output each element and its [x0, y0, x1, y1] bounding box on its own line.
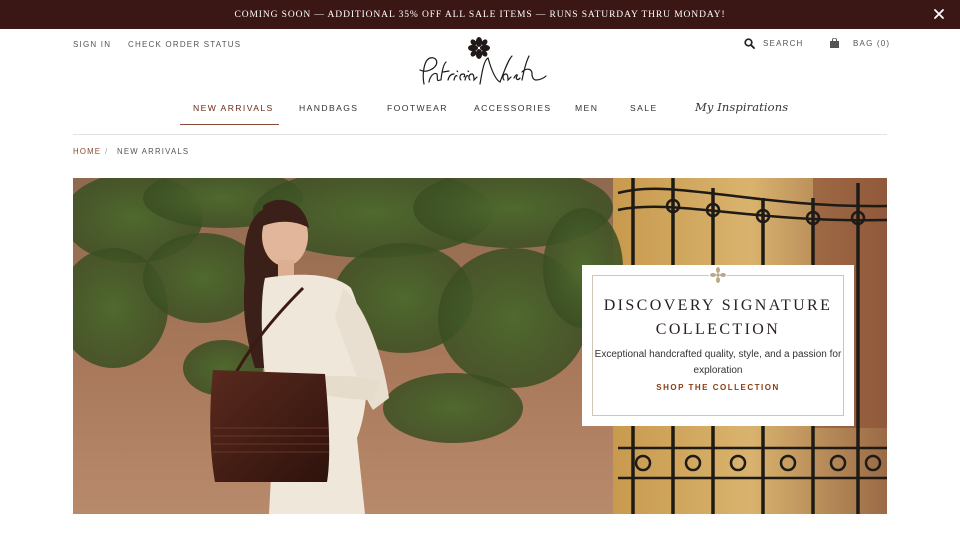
collection-title-line1: DISCOVERY SIGNATURE [603, 297, 833, 314]
bag-button[interactable]: BAG (0) [829, 38, 890, 48]
search-label: SEARCH [763, 39, 804, 48]
breadcrumb-current: NEW ARRIVALS [117, 147, 190, 156]
promo-bar: COMING SOON — ADDITIONAL 35% OFF ALL SAL… [0, 0, 960, 29]
nav-men[interactable]: MEN [575, 103, 598, 113]
nav-new-arrivals[interactable]: NEW ARRIVALS [193, 103, 274, 113]
nav-handbags[interactable]: HANDBAGS [299, 103, 358, 113]
header-divider [73, 134, 887, 135]
breadcrumb-home[interactable]: HOME [73, 147, 101, 156]
bag-label: BAG (0) [853, 38, 891, 48]
shopping-bag-icon [830, 38, 839, 48]
nav-my-inspirations[interactable]: My Inspirations [695, 100, 788, 114]
sign-in-link[interactable]: SIGN IN [73, 40, 111, 49]
nav-accessories[interactable]: ACCESSORIES [474, 103, 551, 113]
check-order-status-link[interactable]: CHECK ORDER STATUS [128, 40, 241, 49]
patricia-nash-logo[interactable] [416, 36, 548, 94]
collection-description: Exceptional handcrafted quality, style, … [594, 349, 842, 376]
search-icon [744, 38, 755, 49]
nav-sale[interactable]: SALE [630, 103, 658, 113]
nav-footwear[interactable]: FOOTWEAR [387, 103, 448, 113]
flourish-icon [709, 266, 727, 284]
search-button[interactable]: SEARCH [744, 38, 804, 49]
close-icon[interactable] [932, 7, 946, 21]
collection-card [582, 265, 854, 426]
collection-title-line2: COLLECTION [655, 321, 781, 338]
nav-active-underline [180, 124, 279, 125]
breadcrumb-separator: / [105, 147, 109, 156]
shop-collection-link[interactable]: SHOP THE COLLECTION [582, 383, 854, 392]
promo-text: COMING SOON — ADDITIONAL 35% OFF ALL SAL… [234, 9, 726, 20]
